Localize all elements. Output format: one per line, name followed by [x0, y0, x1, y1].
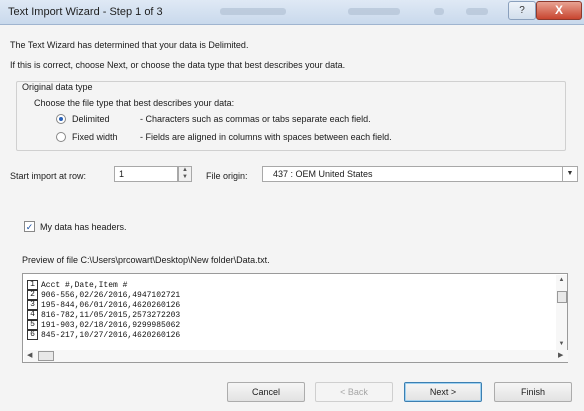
delimited-label[interactable]: Delimited: [72, 114, 110, 124]
headers-checkbox[interactable]: ✓: [24, 221, 35, 232]
vertical-scroll-thumb[interactable]: [557, 291, 567, 303]
file-type-prompt: Choose the file type that best describes…: [34, 98, 235, 108]
blurred-title-text: [220, 8, 286, 15]
preview-row: 4 816-782,11/05/2015,2573272203: [27, 310, 547, 320]
row-number: 2: [27, 290, 38, 300]
scroll-right-icon[interactable]: ▶: [558, 351, 563, 359]
cancel-button[interactable]: Cancel: [227, 382, 305, 402]
scroll-down-icon[interactable]: ▼: [556, 341, 567, 347]
chevron-down-icon[interactable]: ▼: [562, 167, 577, 181]
start-row-input[interactable]: 1: [114, 166, 178, 182]
preview-row: 1 Acct #,Date,Item #: [27, 280, 547, 290]
blurred-title-text: [466, 8, 488, 15]
row-text: 816-782,11/05/2015,2573272203: [41, 311, 181, 320]
delimited-radio[interactable]: [56, 114, 66, 124]
blurred-title-text: [434, 8, 444, 15]
intro-line-1: The Text Wizard has determined that your…: [10, 40, 249, 50]
row-number: 5: [27, 320, 38, 330]
group-label: Original data type: [22, 82, 93, 92]
intro-line-2: If this is correct, choose Next, or choo…: [10, 60, 346, 70]
preview-label: Preview of file C:\Users\prcowart\Deskto…: [22, 255, 270, 265]
next-button[interactable]: Next >: [404, 382, 482, 402]
fixed-width-description: - Fields are aligned in columns with spa…: [140, 132, 392, 142]
row-text: 906-556,02/26/2016,4947102721: [41, 291, 181, 300]
row-number: 6: [27, 330, 38, 340]
fixed-width-radio[interactable]: [56, 132, 66, 142]
file-origin-select[interactable]: 437 : OEM United States ▼: [262, 166, 578, 182]
row-text: 845-217,10/27/2016,4620260126: [41, 331, 181, 340]
row-number: 1: [27, 280, 38, 290]
finish-button[interactable]: Finish: [494, 382, 572, 402]
horizontal-scrollbar[interactable]: ◀ ▶: [24, 350, 568, 362]
delimited-description: - Characters such as commas or tabs sepa…: [140, 114, 371, 124]
preview-row: 5 191-903,02/18/2016,9299985062: [27, 320, 547, 330]
vertical-scrollbar[interactable]: ▲ ▼: [556, 275, 567, 350]
scroll-up-icon[interactable]: ▲: [556, 277, 567, 283]
fixed-width-label[interactable]: Fixed width: [72, 132, 118, 142]
window-title: Text Import Wizard - Step 1 of 3: [8, 6, 163, 18]
close-button[interactable]: X: [536, 1, 582, 20]
headers-label[interactable]: My data has headers.: [40, 222, 127, 232]
start-import-label: Start import at row:: [10, 171, 87, 181]
row-text: Acct #,Date,Item #: [41, 281, 128, 290]
file-origin-label: File origin:: [206, 171, 248, 181]
row-number: 3: [27, 300, 38, 310]
row-text: 195-844,06/01/2016,4620260126: [41, 301, 181, 310]
title-bar[interactable]: Text Import Wizard - Step 1 of 3 ? X: [0, 0, 584, 25]
help-button[interactable]: ?: [508, 1, 536, 20]
preview-row: 2 906-556,02/26/2016,4947102721: [27, 290, 547, 300]
horizontal-scroll-thumb[interactable]: [38, 351, 54, 361]
back-button[interactable]: < Back: [315, 382, 393, 402]
preview-row: 3 195-844,06/01/2016,4620260126: [27, 300, 547, 310]
scroll-left-icon[interactable]: ◀: [27, 351, 32, 359]
preview-row: 6 845-217,10/27/2016,4620260126: [27, 330, 547, 340]
preview-pane[interactable]: 1 Acct #,Date,Item # 2 906-556,02/26/201…: [22, 273, 568, 363]
row-text: 191-903,02/18/2016,9299985062: [41, 321, 181, 330]
start-row-value: 1: [119, 169, 125, 179]
row-spinner[interactable]: ▲ ▼: [178, 166, 192, 182]
blurred-title-text: [348, 8, 400, 15]
file-origin-value: 437 : OEM United States: [273, 169, 373, 179]
row-number: 4: [27, 310, 38, 320]
